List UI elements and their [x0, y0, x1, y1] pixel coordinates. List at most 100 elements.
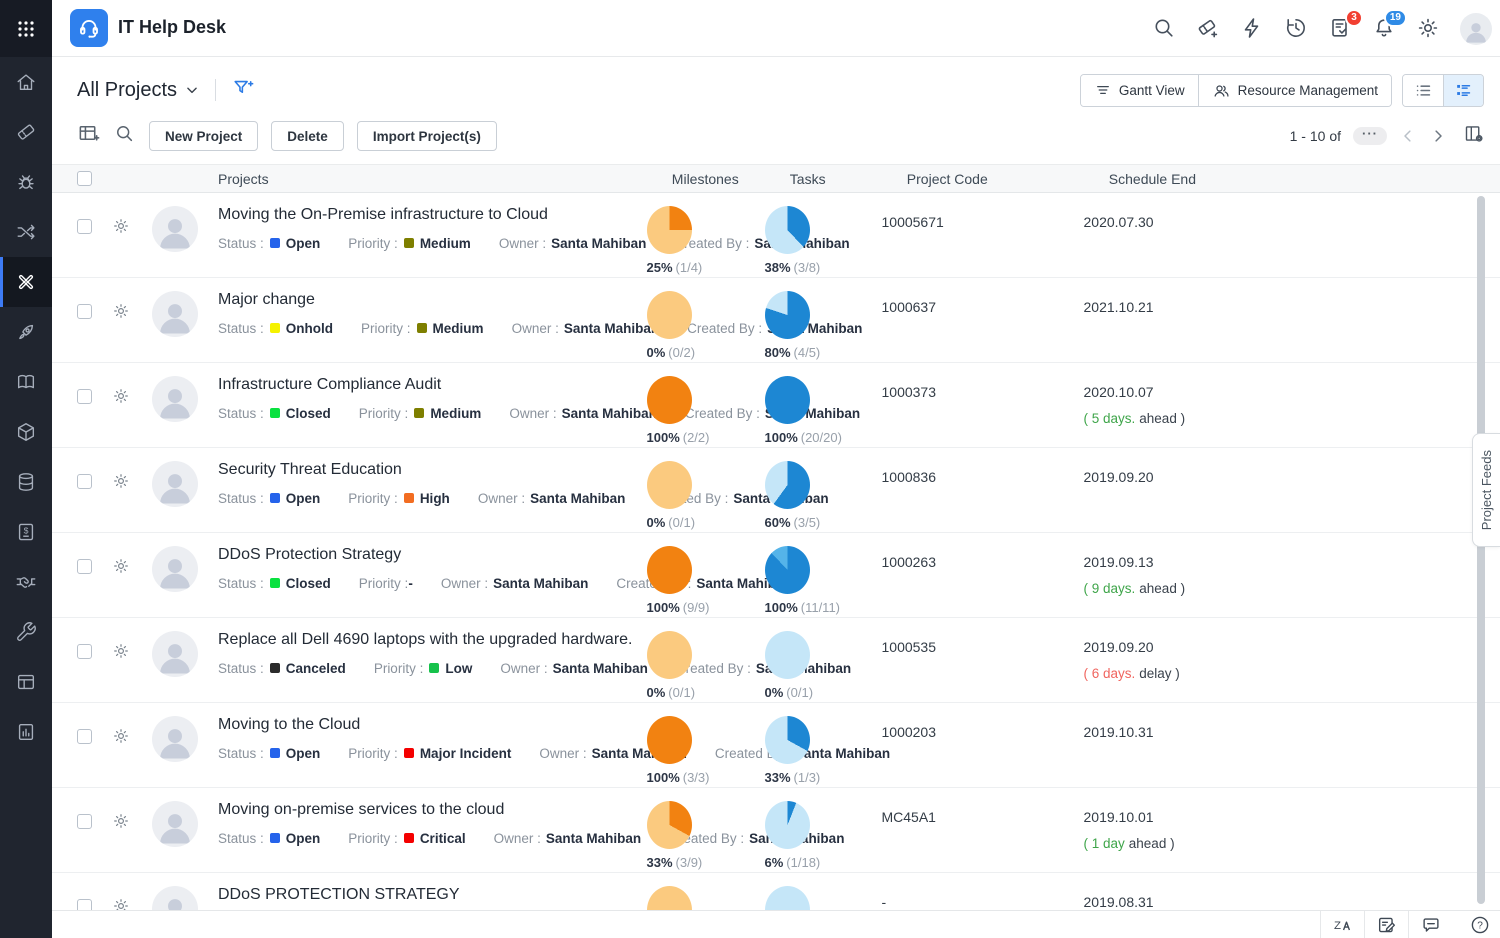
chat-button[interactable]: [1408, 911, 1452, 938]
list-view-toggle[interactable]: [1403, 75, 1443, 106]
project-title-link[interactable]: Security Threat Education: [218, 461, 635, 479]
row-checkbox[interactable]: [77, 304, 92, 319]
row-checkbox[interactable]: [77, 814, 92, 829]
schedule-end-cell: 2019.09.20 ( 6 days.delay ): [1072, 618, 1500, 702]
sidebar-item-knowledge[interactable]: [0, 357, 52, 407]
sidebar-item-reports[interactable]: [0, 707, 52, 757]
status-value: Canceled: [286, 661, 346, 676]
sidebar-item-changes[interactable]: [0, 207, 52, 257]
priority-value: -: [408, 576, 413, 591]
project-title-link[interactable]: Infrastructure Compliance Audit: [218, 376, 635, 394]
app-logo[interactable]: [70, 9, 108, 47]
row-settings-button[interactable]: [112, 557, 130, 575]
prev-page-button[interactable]: [1399, 127, 1417, 145]
col-header-tasks[interactable]: Tasks: [778, 171, 895, 187]
sidebar-item-vendors[interactable]: [0, 557, 52, 607]
row-checkbox[interactable]: [77, 219, 92, 234]
add-filter-button[interactable]: [232, 77, 254, 104]
row-settings-button[interactable]: [112, 727, 130, 745]
row-checkbox[interactable]: [77, 389, 92, 404]
approvals-button[interactable]: 3: [1328, 16, 1354, 42]
milestones-cell: 33%(3/9): [635, 788, 753, 872]
project-view-selector[interactable]: All Projects: [77, 79, 199, 102]
vertical-scrollbar[interactable]: [1477, 196, 1485, 904]
ticket-plus-icon: [1196, 16, 1220, 40]
help-button[interactable]: ?: [1460, 911, 1500, 938]
row-settings-button[interactable]: [112, 217, 130, 235]
project-meta: Status : Closed Priority : - Owner : San…: [218, 575, 635, 591]
apps-grid-button[interactable]: [0, 0, 52, 57]
compose-note-button[interactable]: [1364, 911, 1408, 938]
col-header-projects[interactable]: Projects: [218, 171, 269, 187]
row-checkbox[interactable]: [77, 729, 92, 744]
project-title-link[interactable]: Moving on-premise services to the cloud: [218, 801, 635, 819]
bar-chart-icon: [15, 721, 37, 743]
quick-actions-button[interactable]: [1240, 16, 1266, 42]
sidebar-item-assets[interactable]: [0, 407, 52, 457]
sidebar-item-tickets[interactable]: [0, 107, 52, 157]
status-label: Status :: [218, 746, 264, 761]
delta-lead: ( 1 day: [1084, 836, 1125, 851]
project-title-link[interactable]: Major change: [218, 291, 635, 309]
tasks-cell: 6%(1/18): [753, 788, 870, 872]
sidebar-item-cmdb[interactable]: [0, 457, 52, 507]
next-page-button[interactable]: [1429, 127, 1447, 145]
table-search-button[interactable]: [114, 123, 135, 149]
row-settings-button[interactable]: [112, 812, 130, 830]
new-project-button[interactable]: New Project: [149, 121, 258, 151]
status-label: Status :: [218, 406, 264, 421]
sidebar-item-releases[interactable]: [0, 307, 52, 357]
handshake-icon: [15, 571, 37, 593]
col-header-milestones[interactable]: Milestones: [660, 171, 778, 187]
add-column-button[interactable]: [77, 122, 100, 150]
status-label: Status :: [218, 236, 264, 251]
book-icon: [15, 371, 37, 393]
row-checkbox[interactable]: [77, 559, 92, 574]
zia-button[interactable]: Z: [1320, 911, 1364, 938]
col-header-project-code[interactable]: Project Code: [895, 171, 1097, 187]
sidebar-item-maintenance[interactable]: [0, 607, 52, 657]
project-title-link[interactable]: Replace all Dell 4690 laptops with the u…: [218, 631, 635, 649]
row-settings-button[interactable]: [112, 472, 130, 490]
milestone-fraction: (0/2): [668, 345, 695, 360]
project-code-cell: 1000637: [870, 278, 1072, 362]
add-ticket-button[interactable]: [1196, 16, 1222, 42]
tasks-percent: 0%: [765, 685, 784, 700]
row-settings-button[interactable]: [112, 387, 130, 405]
row-settings-button[interactable]: [112, 302, 130, 320]
sidebar-item-problems[interactable]: [0, 157, 52, 207]
import-projects-button[interactable]: Import Project(s): [357, 121, 497, 151]
project-meta: Status : Open Priority : Major Incident …: [218, 745, 635, 761]
sidebar-item-home[interactable]: [0, 57, 52, 107]
tasks-pie: [765, 206, 810, 254]
column-settings-button[interactable]: [1463, 123, 1484, 149]
row-checkbox[interactable]: [77, 474, 92, 489]
row-checkbox[interactable]: [77, 644, 92, 659]
col-header-schedule-end[interactable]: Schedule End: [1097, 171, 1500, 187]
gantt-view-button[interactable]: Gantt View: [1081, 75, 1198, 106]
sidebar-item-contracts[interactable]: $: [0, 507, 52, 557]
select-all-checkbox[interactable]: [77, 171, 92, 186]
resource-management-button[interactable]: Resource Management: [1198, 75, 1391, 106]
project-title-link[interactable]: Moving to the Cloud: [218, 716, 635, 734]
pagination-more-button[interactable]: ···: [1353, 127, 1387, 145]
milestone-percent: 0%: [647, 345, 666, 360]
milestone-pie: [647, 546, 692, 594]
global-search-button[interactable]: [1152, 16, 1178, 42]
project-title-link[interactable]: DDoS Protection Strategy: [218, 546, 635, 564]
row-settings-button[interactable]: [112, 642, 130, 660]
project-meta: Status : Open Priority : Medium Owner : …: [218, 235, 635, 251]
settings-button[interactable]: [1416, 16, 1442, 42]
notifications-button[interactable]: 19: [1372, 16, 1398, 42]
project-feeds-tab[interactable]: Project Feeds: [1472, 433, 1500, 547]
project-title-link[interactable]: Moving the On-Premise infrastructure to …: [218, 206, 635, 224]
sidebar-item-projects[interactable]: [0, 257, 52, 307]
history-button[interactable]: [1284, 16, 1310, 42]
sidebar-item-admin[interactable]: [0, 657, 52, 707]
card-view-toggle[interactable]: [1443, 75, 1483, 106]
milestone-label: 33%(3/9): [647, 855, 753, 870]
priority-square: [404, 493, 414, 503]
delete-button[interactable]: Delete: [271, 121, 344, 151]
project-title-link[interactable]: DDoS PROTECTION STRATEGY: [218, 886, 635, 904]
user-avatar[interactable]: [1460, 13, 1492, 45]
